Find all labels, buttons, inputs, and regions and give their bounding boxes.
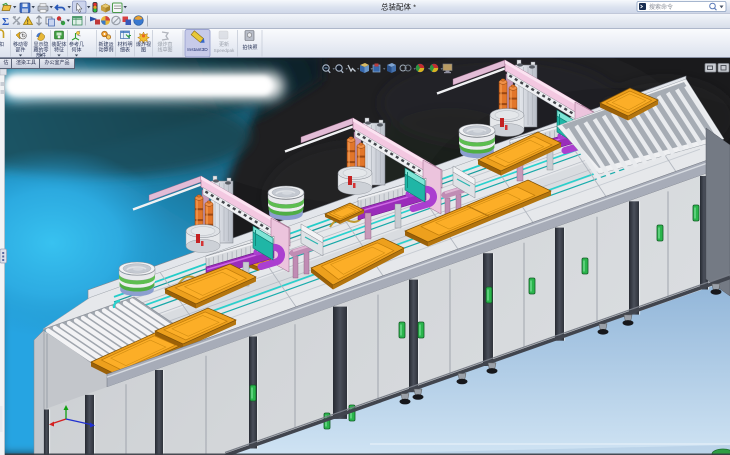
svg-text:拍快照: 拍快照 [242,44,257,51]
svg-text:图: 图 [141,47,146,53]
svg-text:特征: 特征 [54,46,64,53]
svg-text:细表: 细表 [120,46,130,53]
svg-text:Speedpak: Speedpak [214,48,235,53]
svg-text:总装配体 *: 总装配体 * [381,2,416,12]
svg-text:线草图: 线草图 [157,46,172,53]
svg-text:部件: 部件 [15,46,25,53]
svg-text:Σ: Σ [2,16,9,28]
svg-text:何体: 何体 [71,46,81,53]
svg-text:搜索命令: 搜索命令 [649,3,673,11]
svg-text:动算例: 动算例 [98,46,113,53]
svg-text:Instant3D: Instant3D [187,47,208,53]
svg-text:↻: ↻ [21,33,26,40]
svg-text:!: ! [27,20,29,26]
svg-text:扣: 扣 [0,41,4,48]
svg-text:更新: 更新 [219,41,229,48]
